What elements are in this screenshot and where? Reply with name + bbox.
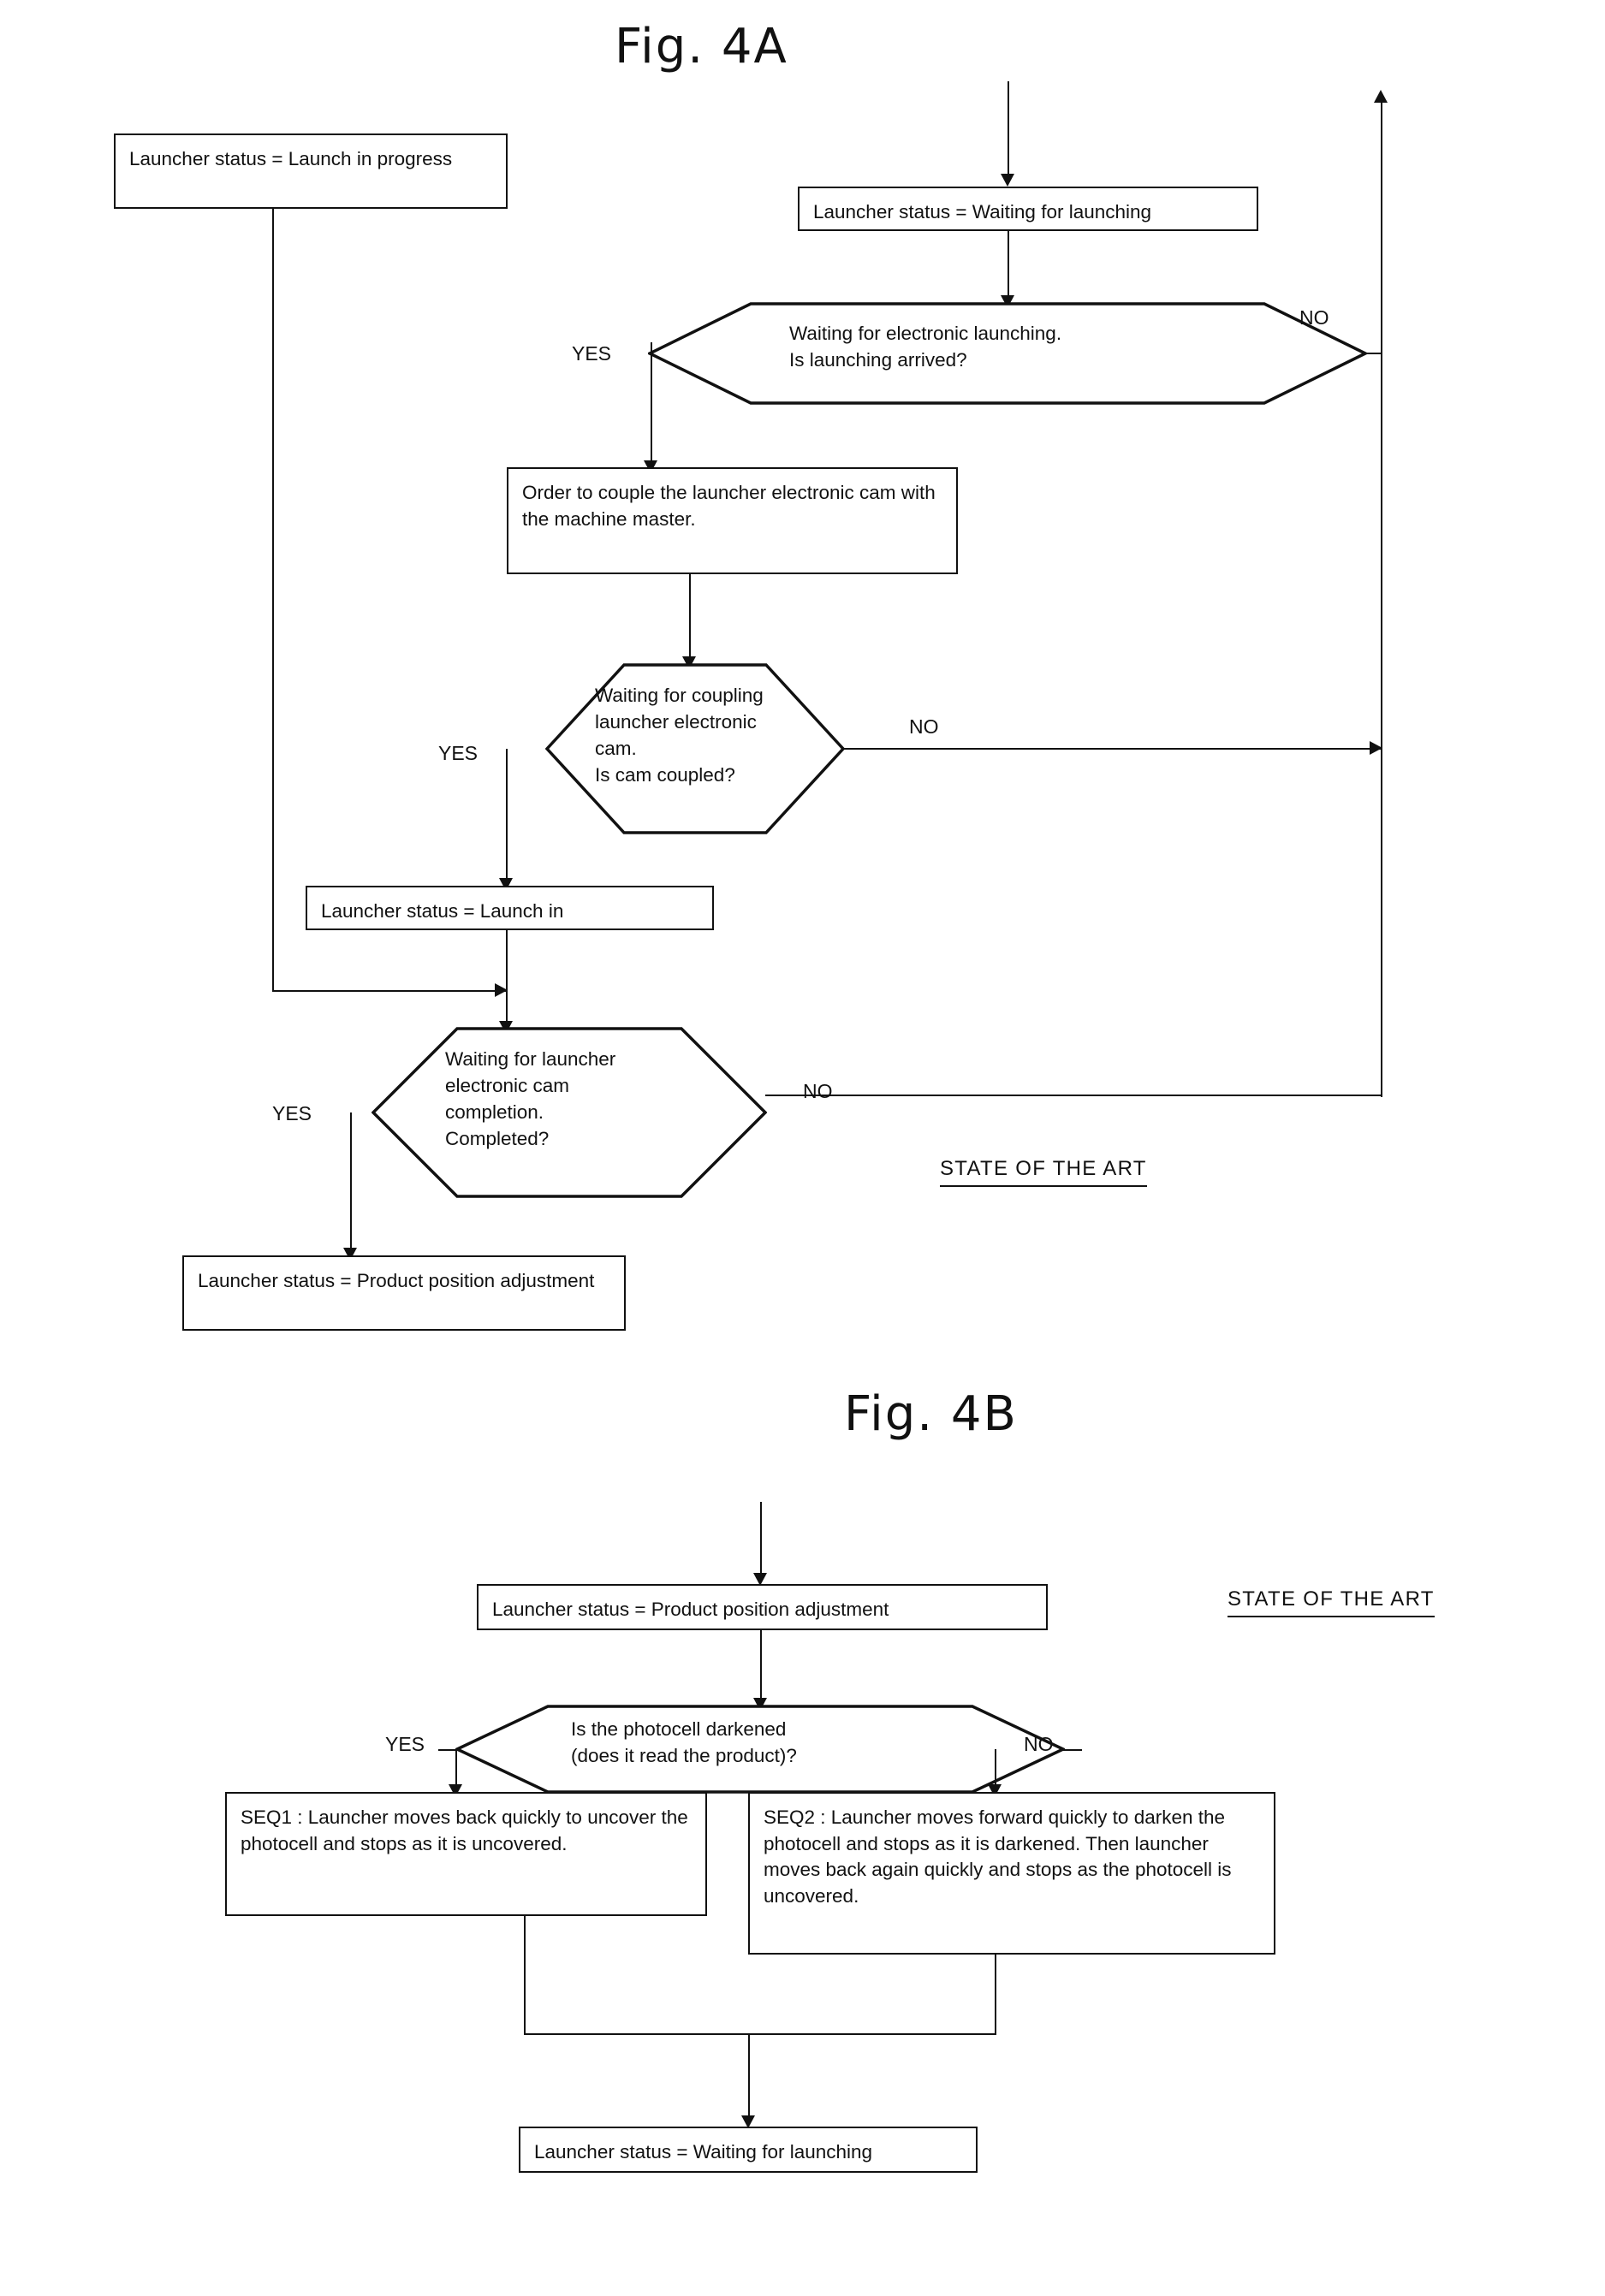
connector-launch-in-progress-right [272, 990, 508, 992]
branch-label-no-3: NO [803, 1080, 833, 1102]
decision-cam-completion: Waiting for launcher electronic cam comp… [372, 1027, 767, 1198]
connector-seq1-down [524, 1916, 526, 2035]
branch-label-no-photocell: NO [1024, 1733, 1054, 1755]
box-launch-in-progress: Launcher status = Launch in progress [114, 133, 508, 209]
connector-no-1 [1365, 353, 1382, 354]
connector-entry-4a [1008, 81, 1009, 175]
branch-label-no-1: NO [1299, 306, 1329, 329]
connector-no-photocell-v [995, 1749, 996, 1788]
decision-label-photocell-darkened: Is the photocell darkened (does it read … [571, 1718, 797, 1767]
box-seq2: SEQ2 : Launcher moves forward quickly to… [748, 1792, 1275, 1955]
connector-yes-3 [350, 1112, 352, 1251]
connector-merge-to-final [748, 2033, 750, 2119]
connector-launch-in-progress-down [272, 209, 274, 992]
branch-label-yes-photocell: YES [385, 1733, 425, 1755]
arrowhead-return-bus [1374, 90, 1388, 103]
connector-launch-in-to-decision [506, 930, 508, 1024]
return-bus-vertical [1381, 94, 1382, 1097]
branch-label-yes-2: YES [438, 742, 479, 764]
box-launch-in: Launcher status = Launch in [306, 886, 714, 930]
box-product-position-adjustment-4a: Launcher status = Product position adjus… [182, 1255, 626, 1331]
arrowhead-launch-in-progress [495, 983, 508, 997]
connector-to-decision-launching [1008, 231, 1009, 298]
decision-label-waiting-electronic-launching: Waiting for electronic launching. Is lau… [789, 323, 1062, 371]
connector-merge-bus [524, 2033, 996, 2035]
connector-no-2 [843, 748, 1382, 750]
figure-title-4a: Fig. 4A [615, 19, 788, 74]
arrowhead-entry-4a [1001, 174, 1014, 187]
box-seq1: SEQ1 : Launcher moves back quickly to un… [225, 1792, 707, 1916]
decision-waiting-electronic-launching: Waiting for electronic launching. Is lau… [648, 302, 1367, 405]
connector-yes-2 [506, 749, 508, 881]
figure-title-4b: Fig. 4B [844, 1386, 1018, 1442]
patent-figure-sheet: Fig. 4A Launcher status = Launch in prog… [0, 0, 1605, 2296]
connector-to-decision-coupling [689, 574, 691, 660]
connector-yes-1 [651, 342, 652, 464]
branch-label-yes-3: YES [272, 1102, 312, 1124]
box-product-position-adjustment-4b: Launcher status = Product position adjus… [477, 1584, 1048, 1630]
connector-entry-4b [760, 1502, 762, 1576]
decision-photocell-darkened: Is the photocell darkened (does it read … [455, 1705, 1065, 1794]
decision-waiting-coupling-cam: Waiting for coupling launcher electronic… [545, 663, 845, 834]
branch-label-no-2: NO [909, 715, 939, 738]
connector-yes-photocell-h [438, 1749, 457, 1751]
box-waiting-for-launching-4b: Launcher status = Waiting for launching [519, 2127, 978, 2173]
branch-label-yes-1: YES [572, 342, 612, 365]
connector-to-decision-photocell [760, 1630, 762, 1701]
connector-yes-photocell-v [455, 1749, 457, 1788]
box-order-to-couple: Order to couple the launcher electronic … [507, 467, 958, 574]
state-of-the-art-note-4b: STATE OF THE ART [1228, 1587, 1435, 1617]
connector-no-3 [765, 1095, 1382, 1096]
connector-seq2-down [995, 1955, 996, 2035]
connector-no-photocell-h [1063, 1749, 1082, 1751]
decision-label-waiting-coupling-cam: Waiting for coupling launcher electronic… [595, 685, 764, 786]
decision-label-cam-completion: Waiting for launcher electronic cam comp… [445, 1048, 616, 1150]
box-waiting-for-launching-4a: Launcher status = Waiting for launching [798, 187, 1258, 231]
state-of-the-art-note-4a: STATE OF THE ART [940, 1157, 1147, 1187]
